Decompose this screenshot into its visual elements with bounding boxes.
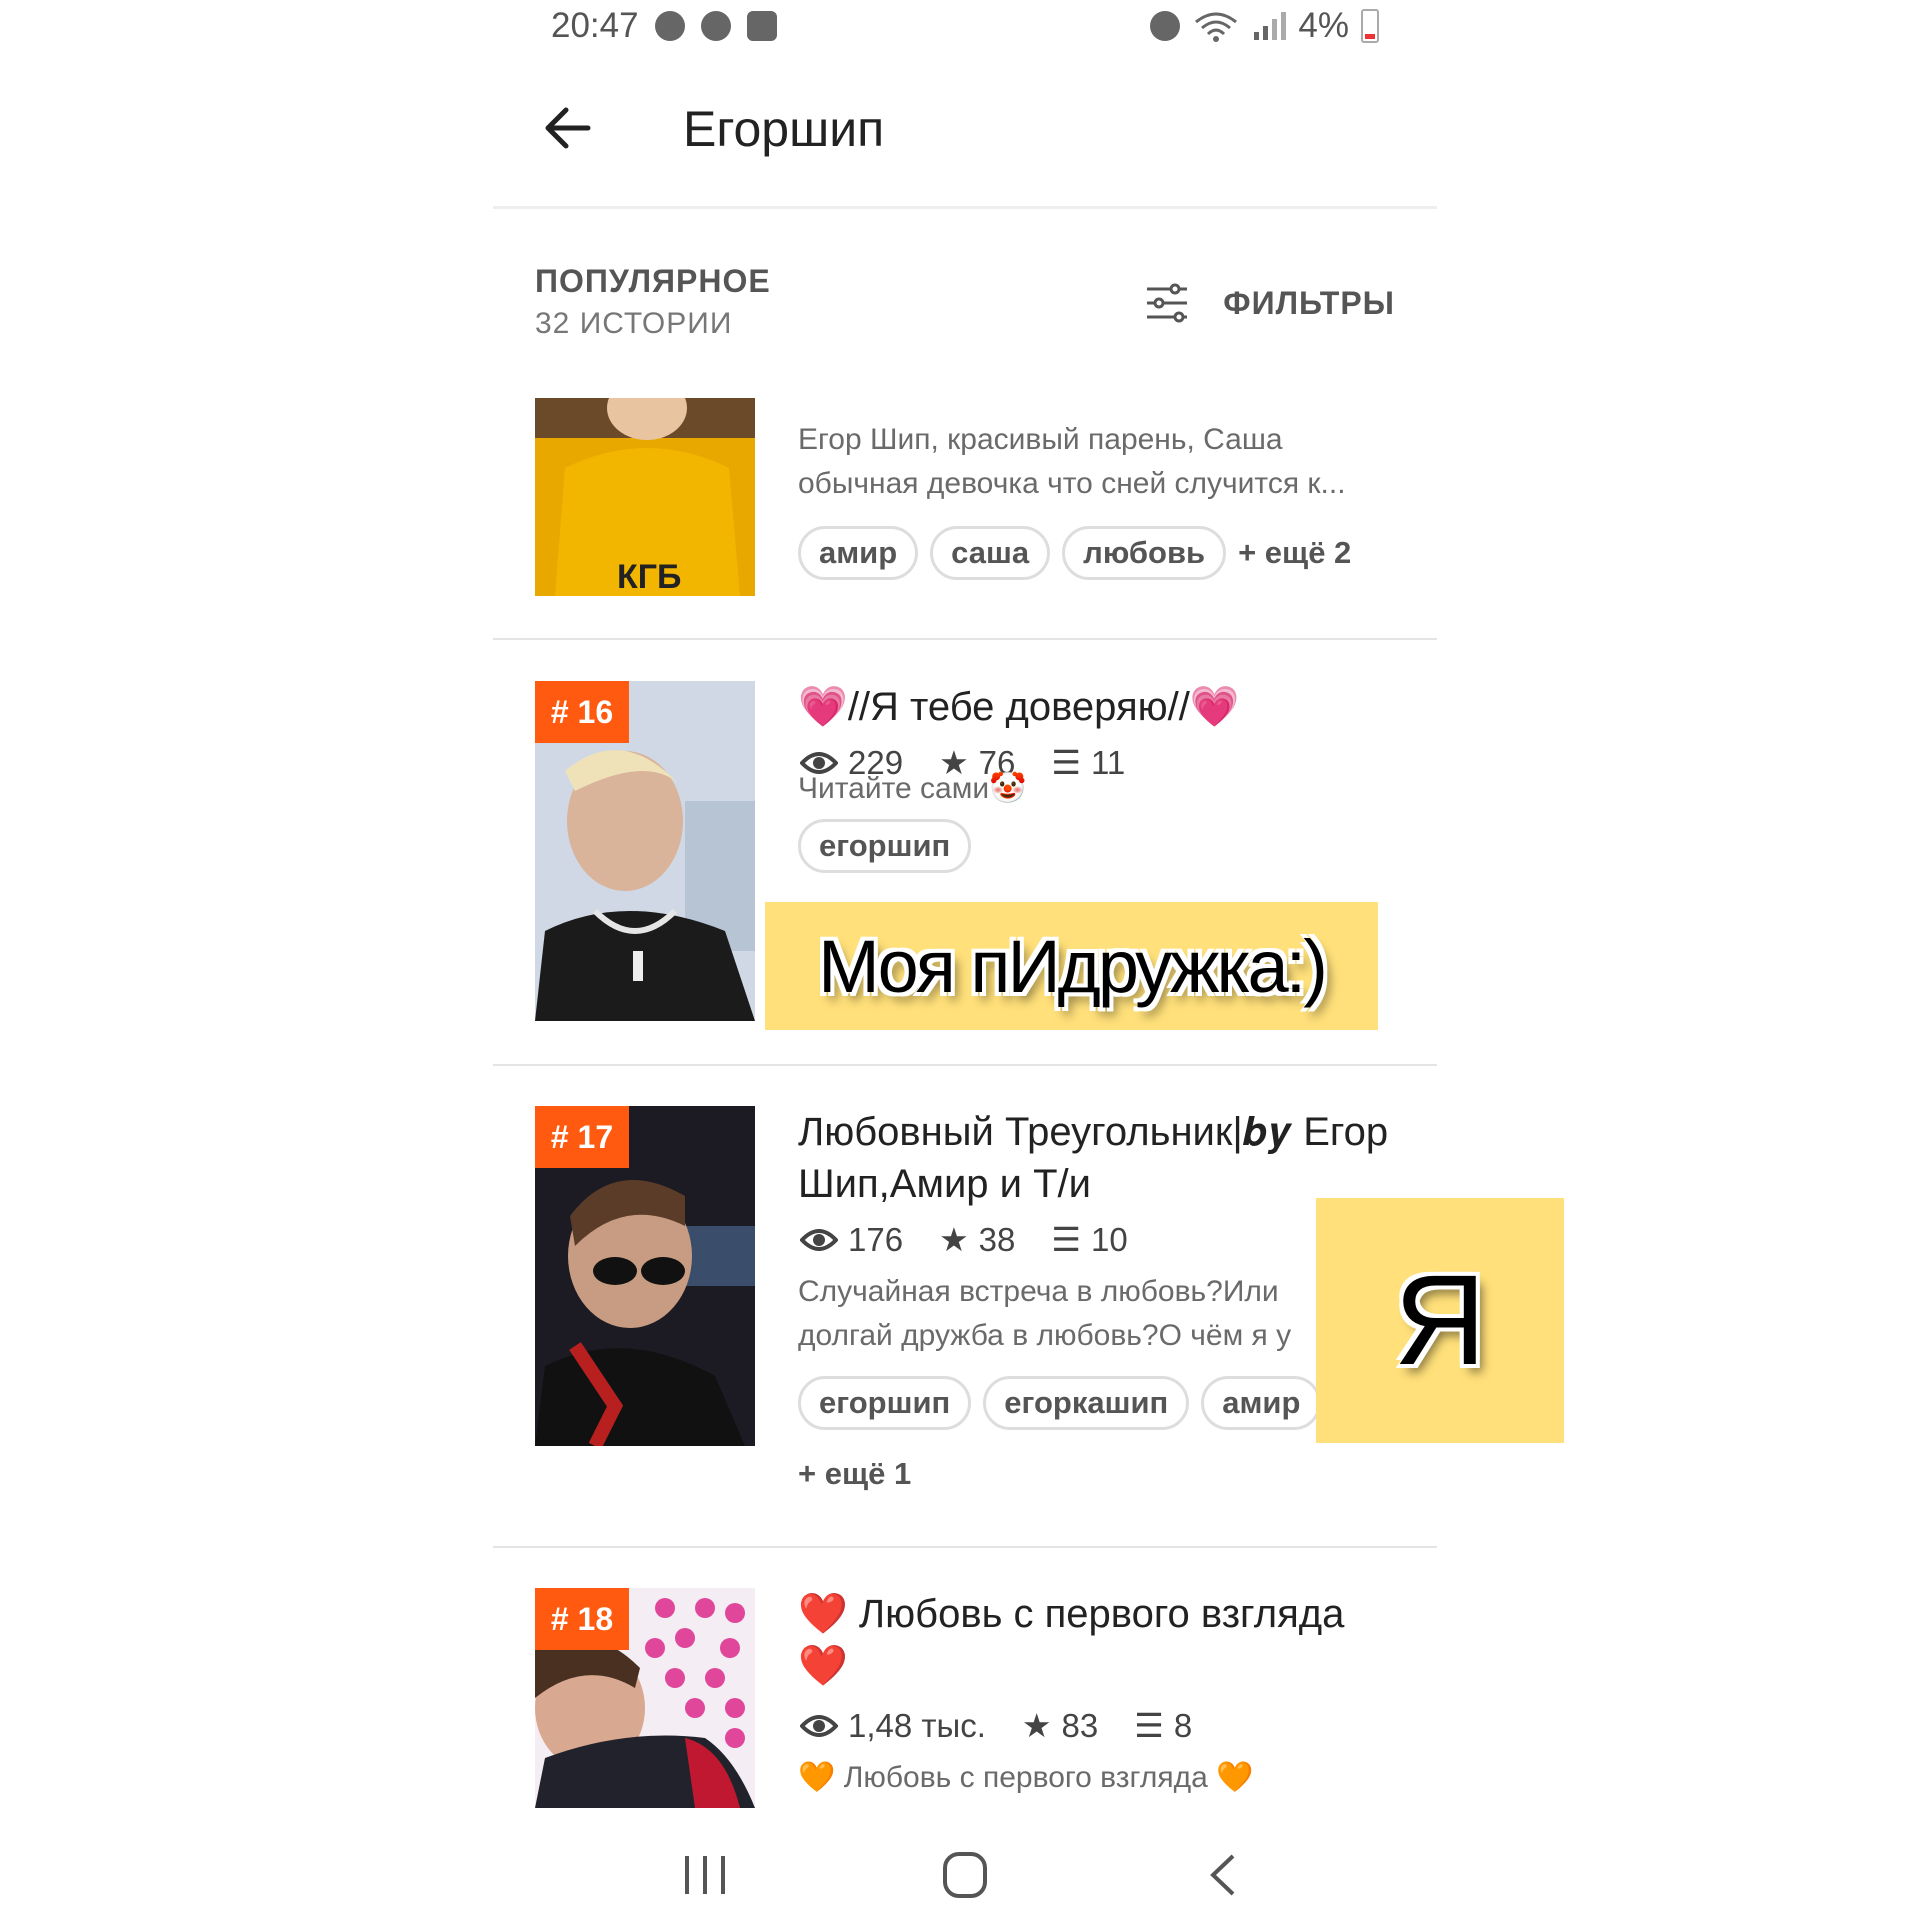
story-cover: # 16	[535, 681, 755, 1021]
section-title: ПОПУЛЯРНОЕ	[535, 263, 771, 299]
story-stats: 1,48 тыс. ★ 83 ☰ 8	[800, 1706, 1192, 1745]
music-icon	[700, 11, 731, 41]
more-tags[interactable]: + ещё 2	[1238, 535, 1351, 571]
views-count: 1,48 тыс.	[848, 1706, 986, 1744]
story-title[interactable]: ❤️ Любовь с первого взгляда ❤️	[798, 1588, 1398, 1692]
divider	[493, 1064, 1437, 1066]
recent-apps-icon[interactable]	[675, 1850, 735, 1900]
system-nav-bar	[493, 1820, 1437, 1920]
story-description: Егор Шип, красивый парень, Саша обычная …	[798, 423, 1346, 500]
divider	[493, 638, 1437, 640]
tag-chip[interactable]: любовь	[1062, 526, 1227, 580]
stars-count: 38	[978, 1220, 1016, 1258]
story-item[interactable]: КГБ Егор Шип, красивый парень, Саша обыч…	[493, 398, 1437, 638]
phone-screen: 20:47 4% Егоршип ПОПУЛЯРНОЕ 32 ИСТОРИИ Ф…	[493, 0, 1437, 1920]
tag-list: егоршип	[798, 819, 972, 873]
filters-button[interactable]: ФИЛЬТРЫ	[1145, 283, 1395, 323]
tag-chip[interactable]: саша	[930, 526, 1051, 580]
story-list[interactable]: КГБ Егор Шип, красивый парень, Саша обыч…	[493, 398, 1437, 1813]
screen-record-icon	[746, 11, 777, 41]
story-title[interactable]: Любовный Треугольник|𝒃𝒚 Егор Шип,Амир и …	[798, 1106, 1398, 1210]
heart-emoji: 💗	[1189, 685, 1240, 729]
me-sticker: Я	[1316, 1198, 1564, 1443]
arrow-left-icon	[545, 107, 591, 149]
star-icon: ★	[939, 1221, 969, 1258]
story-count: 32 ИСТОРИИ	[535, 307, 733, 340]
page-title: Егоршип	[683, 101, 885, 157]
svg-text:КГБ: КГБ	[617, 558, 681, 596]
signal-icon	[1254, 12, 1287, 40]
story-title-text: //Я тебе доверяю//	[847, 685, 1190, 729]
list-icon: ☰	[1134, 1707, 1164, 1744]
back-nav-icon[interactable]	[1195, 1850, 1255, 1900]
story-item[interactable]: # 18 ❤️ Любовь с первого взгляда ❤️ 1,48…	[493, 1588, 1437, 1813]
tag-chip[interactable]: амир	[1201, 1376, 1322, 1430]
home-icon[interactable]	[935, 1850, 995, 1900]
eye-icon	[800, 1228, 838, 1251]
sync-icon	[654, 11, 685, 41]
status-time: 20:47	[551, 6, 639, 45]
battery-percent: 4%	[1298, 6, 1349, 45]
story-cover: # 18	[535, 1588, 755, 1808]
story-stats: 176 ★ 38 ☰ 10	[800, 1220, 1128, 1259]
status-bar: 20:47 4%	[493, 0, 1437, 56]
tag-chip[interactable]: егоршип	[798, 1376, 972, 1430]
friend-sticker: Моя пИдружка:)	[765, 902, 1378, 1030]
section-header: ПОПУЛЯРНОЕ 32 ИСТОРИИ ФИЛЬТРЫ	[493, 255, 1437, 355]
more-tags[interactable]: + ещё 1	[798, 1456, 911, 1492]
tag-chip[interactable]: егоршип	[798, 819, 972, 873]
stars-count: 83	[1061, 1706, 1099, 1744]
story-description: 🧡 Любовь с первого взгляда 🧡	[798, 1761, 1254, 1794]
cover-image: КГБ	[535, 398, 755, 596]
story-cover: КГБ	[535, 398, 755, 596]
wifi-icon	[1195, 12, 1238, 42]
eye-icon	[800, 1714, 838, 1737]
tag-list: амир саша любовь + ещё 2	[798, 526, 1351, 580]
story-cover: # 17	[535, 1106, 755, 1446]
sliders-icon	[1147, 283, 1188, 323]
filters-label: ФИЛЬТРЫ	[1223, 284, 1395, 321]
parts-count: 10	[1090, 1220, 1128, 1258]
rank-badge: # 18	[535, 1588, 629, 1650]
heart-emoji: 💗	[798, 685, 848, 729]
tag-list: егоршип егоркашип амир	[798, 1376, 1322, 1430]
rank-badge: # 17	[535, 1106, 629, 1168]
views-count: 176	[848, 1220, 904, 1258]
app-bar: Егоршип	[493, 60, 1437, 209]
rank-badge: # 16	[535, 681, 629, 743]
tag-chip[interactable]: егоркашип	[983, 1376, 1190, 1430]
list-icon: ☰	[1051, 1221, 1081, 1258]
divider	[493, 1546, 1437, 1548]
tag-chip[interactable]: амир	[798, 526, 919, 580]
story-item[interactable]: # 17 Любовный Треугольник|𝒃𝒚 Егор Шип,Ам…	[493, 1106, 1437, 1536]
story-description: Читайте сами🤡	[798, 772, 1027, 805]
parts-count: 8	[1173, 1706, 1193, 1744]
story-title[interactable]: 💗//Я тебе доверяю//💗	[798, 681, 1398, 733]
battery-icon	[1361, 9, 1379, 43]
star-icon: ★	[1021, 1707, 1052, 1744]
story-description: Случайная встреча в любовь?Или долгай др…	[798, 1275, 1292, 1352]
back-button[interactable]	[538, 98, 598, 158]
alarm-icon	[1150, 11, 1181, 41]
